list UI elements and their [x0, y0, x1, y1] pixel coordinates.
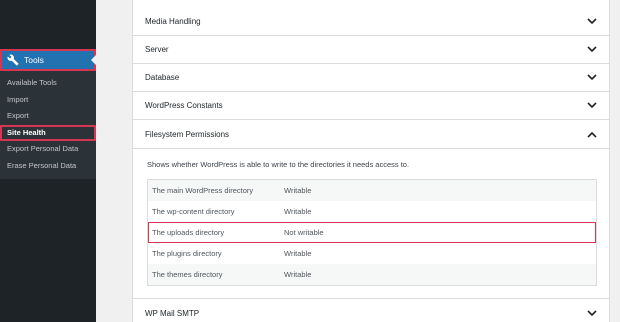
- accordion-wp-mail-smtp-wrap: WP Mail SMTP: [133, 298, 609, 322]
- tools-submenu: Available Tools Import Export Site Healt…: [0, 71, 96, 179]
- accordion-wp-mail-smtp[interactable]: WP Mail SMTP: [133, 299, 609, 322]
- accordion-title: WP Mail SMTP: [145, 308, 200, 318]
- chevron-up-icon: [587, 129, 597, 139]
- accordion-filesystem-permissions[interactable]: Filesystem Permissions: [133, 120, 609, 148]
- accordion-database[interactable]: Database: [133, 64, 609, 92]
- directory-name: The uploads directory: [152, 228, 225, 237]
- table-row: The main WordPress directory Writable: [148, 180, 596, 201]
- wrench-icon: [6, 53, 20, 67]
- directory-status: Writable: [284, 270, 312, 279]
- submenu-available-tools[interactable]: Available Tools: [0, 75, 96, 92]
- directory-name: The plugins directory: [152, 249, 222, 258]
- site-health-info-panel: Media Handling Server Database WordPress…: [132, 0, 610, 322]
- directory-status: Writable: [284, 207, 312, 216]
- chevron-down-icon: [587, 73, 597, 83]
- accordion-wordpress-constants[interactable]: WordPress Constants: [133, 92, 609, 120]
- chevron-down-icon: [587, 17, 597, 27]
- submenu-erase-personal-data[interactable]: Erase Personal Data: [0, 158, 96, 175]
- accordion-title: WordPress Constants: [145, 101, 223, 110]
- filesystem-description: Shows whether WordPress is able to write…: [147, 160, 410, 169]
- accordion-title: Database: [145, 73, 180, 82]
- directory-name: The main WordPress directory: [152, 186, 254, 195]
- filesystem-table: The main WordPress directory Writable Th…: [147, 179, 597, 286]
- admin-sidebar: Tools Available Tools Import Export Site…: [0, 0, 96, 322]
- submenu-export-personal-data[interactable]: Export Personal Data: [0, 141, 96, 158]
- table-row-highlighted: The uploads directory Not writable: [148, 222, 596, 243]
- table-row: The themes directory Writable: [148, 264, 596, 285]
- accordion-title: Filesystem Permissions: [145, 129, 230, 139]
- directory-status: Writable: [284, 186, 312, 195]
- table-row: The plugins directory Writable: [148, 243, 596, 264]
- submenu-site-health[interactable]: Site Health: [0, 124, 96, 141]
- current-menu-arrow: [91, 55, 96, 65]
- sidebar-item-tools-label: Tools: [24, 55, 44, 65]
- chevron-down-icon: [587, 101, 597, 111]
- sidebar-item-tools[interactable]: Tools: [0, 49, 96, 71]
- directory-name: The themes directory: [152, 270, 223, 279]
- directory-status: Writable: [284, 249, 312, 258]
- accordion-title: Server: [145, 45, 169, 54]
- chevron-down-icon: [587, 308, 597, 318]
- table-row: The wp-content directory Writable: [148, 201, 596, 222]
- directory-name: The wp-content directory: [152, 207, 235, 216]
- accordion-title: Media Handling: [145, 17, 201, 26]
- directory-status: Not writable: [284, 228, 324, 237]
- accordion-server[interactable]: Server: [133, 36, 609, 64]
- submenu-import[interactable]: Import: [0, 92, 96, 109]
- sidebar-top: [0, 0, 96, 49]
- accordion-media-handling[interactable]: Media Handling: [133, 0, 609, 36]
- submenu-export[interactable]: Export: [0, 108, 96, 125]
- chevron-down-icon: [587, 45, 597, 55]
